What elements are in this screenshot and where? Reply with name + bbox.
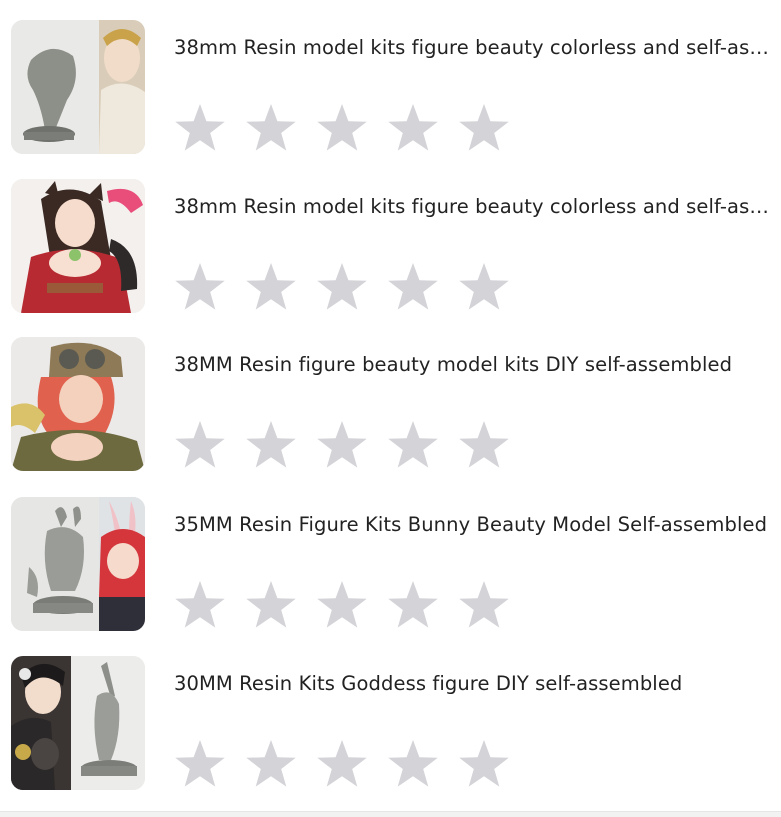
product-title[interactable]: 30MM Resin Kits Goddess figure DIY self-… [174,670,779,698]
star-icon[interactable] [387,738,439,790]
product-thumbnail[interactable] [11,179,145,313]
star-icon[interactable] [174,261,226,313]
product-title[interactable]: 38MM Resin figure beauty model kits DIY … [174,351,779,379]
star-icon[interactable] [316,102,368,154]
star-icon[interactable] [174,419,226,471]
rating-stars[interactable] [174,419,510,471]
star-icon[interactable] [458,419,510,471]
star-icon[interactable] [245,261,297,313]
figure-image-icon [11,656,145,790]
product-list-item: 38mm Resin model kits figure beauty colo… [0,179,781,319]
star-icon[interactable] [316,261,368,313]
star-icon[interactable] [458,261,510,313]
product-list-item: 38mm Resin model kits figure beauty colo… [0,20,781,160]
star-icon[interactable] [458,738,510,790]
star-icon[interactable] [387,102,439,154]
bottom-divider [0,811,781,817]
star-icon[interactable] [458,102,510,154]
rating-stars[interactable] [174,261,510,313]
product-title[interactable]: 35MM Resin Figure Kits Bunny Beauty Mode… [174,511,779,539]
product-list-item: 30MM Resin Kits Goddess figure DIY self-… [0,656,781,796]
star-icon[interactable] [245,102,297,154]
figure-image-icon [11,179,145,313]
rating-stars[interactable] [174,102,510,154]
product-list-item: 35MM Resin Figure Kits Bunny Beauty Mode… [0,497,781,637]
product-title[interactable]: 38mm Resin model kits figure beauty colo… [174,193,779,221]
product-thumbnail[interactable] [11,497,145,631]
product-title[interactable]: 38mm Resin model kits figure beauty colo… [174,34,779,62]
product-list-item: 38MM Resin figure beauty model kits DIY … [0,337,781,477]
star-icon[interactable] [245,419,297,471]
rating-stars[interactable] [174,579,510,631]
star-icon[interactable] [316,579,368,631]
figure-image-icon [11,497,145,631]
star-icon[interactable] [174,102,226,154]
rating-stars[interactable] [174,738,510,790]
star-icon[interactable] [316,738,368,790]
star-icon[interactable] [387,419,439,471]
figure-image-icon [11,337,145,471]
product-thumbnail[interactable] [11,20,145,154]
star-icon[interactable] [458,579,510,631]
star-icon[interactable] [174,579,226,631]
star-icon[interactable] [245,738,297,790]
figure-image-icon [11,20,145,154]
star-icon[interactable] [245,579,297,631]
star-icon[interactable] [174,738,226,790]
star-icon[interactable] [387,579,439,631]
product-thumbnail[interactable] [11,656,145,790]
star-icon[interactable] [387,261,439,313]
product-thumbnail[interactable] [11,337,145,471]
star-icon[interactable] [316,419,368,471]
